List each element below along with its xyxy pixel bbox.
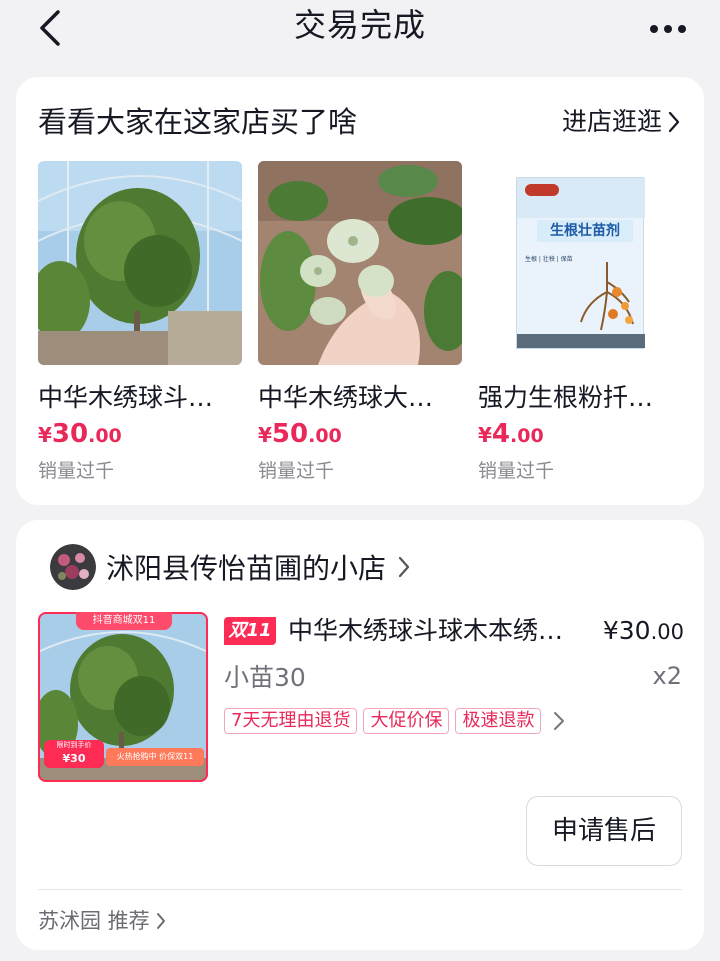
apply-after-sales-button[interactable]: 申请售后 — [526, 796, 682, 866]
recommendation-title: 看看大家在这家店买了啥 — [38, 105, 358, 139]
ellipsis-icon — [650, 25, 686, 33]
visit-store-label: 进店逛逛 — [561, 107, 662, 136]
product-name: 强力生根粉扦… — [478, 383, 654, 412]
more-options-button[interactable] — [646, 14, 690, 44]
shop-name: 沭阳县传怡苗圃的小店 — [106, 552, 387, 585]
service-tags[interactable]: 7天无理由退货 大促价保 极速退款 — [224, 708, 565, 734]
product-price: ¥4.00 — [478, 419, 544, 449]
order-card: 沭阳县传怡苗圃的小店 抖音商城双11 限时到手价 ¥30 火热抢购中 价保双11… — [16, 520, 704, 950]
chevron-right-icon — [398, 556, 410, 578]
product-name: 中华木绣球斗… — [38, 383, 214, 412]
shop-avatar — [50, 544, 96, 590]
chevron-right-icon — [554, 712, 565, 730]
shop-recommend-link[interactable]: 苏沭园 推荐 — [38, 904, 166, 938]
product-image-packet: 生根壮苗剂 生根 | 壮秧 | 保苗 — [478, 161, 682, 365]
service-tag: 7天无理由退货 — [224, 708, 358, 734]
shop-header[interactable]: 沭阳县传怡苗圃的小店 — [38, 544, 410, 590]
order-product-name[interactable]: 中华木绣球斗球木本绣… — [288, 612, 598, 650]
sales-label: 销量过千 — [258, 460, 335, 482]
thumb-promo-strip: 火热抢购中 价保双11 — [106, 748, 204, 766]
sales-label: 销量过千 — [478, 460, 555, 482]
top-nav-bar: 交易完成 — [0, 0, 720, 56]
product-image-tree — [38, 161, 242, 365]
chevron-right-icon — [668, 111, 680, 133]
divider — [38, 889, 682, 890]
product-card[interactable]: 中华木绣球斗… ¥30.00 销量过千 — [38, 161, 242, 485]
store-recommendation-card: 看看大家在这家店买了啥 进店逛逛 中华木绣球斗… ¥30.00 销量过千 中华木… — [16, 77, 704, 505]
packet-title: 生根壮苗剂 — [537, 220, 633, 242]
product-price: ¥30.00 — [38, 419, 122, 449]
product-price: ¥50.00 — [258, 419, 342, 449]
double11-promo-tag: 双11 — [224, 617, 276, 645]
product-name: 中华木绣球大… — [258, 383, 434, 412]
shop-recommend-label: 苏沭园 推荐 — [38, 909, 150, 933]
order-product-price: ¥30.00 — [602, 616, 684, 645]
order-product-spec: 小苗30 — [224, 663, 306, 692]
page-title: 交易完成 — [293, 6, 426, 44]
thumb-price-badge: 限时到手价 ¥30 — [44, 740, 104, 768]
product-image-flower — [258, 161, 462, 365]
service-tag: 大促价保 — [363, 708, 450, 734]
chevron-right-icon — [156, 913, 165, 929]
order-product-image[interactable]: 抖音商城双11 限时到手价 ¥30 火热抢购中 价保双11 — [38, 612, 208, 782]
product-card[interactable]: 中华木绣球大… ¥50.00 销量过千 — [258, 161, 462, 485]
service-tag: 极速退款 — [455, 708, 542, 734]
packet-subtitle: 生根 | 壮秧 | 保苗 — [525, 256, 573, 263]
sales-label: 销量过千 — [38, 460, 115, 482]
visit-store-link[interactable]: 进店逛逛 — [562, 104, 680, 140]
order-quantity: x2 — [652, 662, 682, 690]
product-card[interactable]: 生根壮苗剂 生根 | 壮秧 | 保苗 强力生根粉扦… ¥4.00 销量过千 — [478, 161, 682, 485]
thumb-banner: 抖音商城双11 — [76, 612, 172, 630]
